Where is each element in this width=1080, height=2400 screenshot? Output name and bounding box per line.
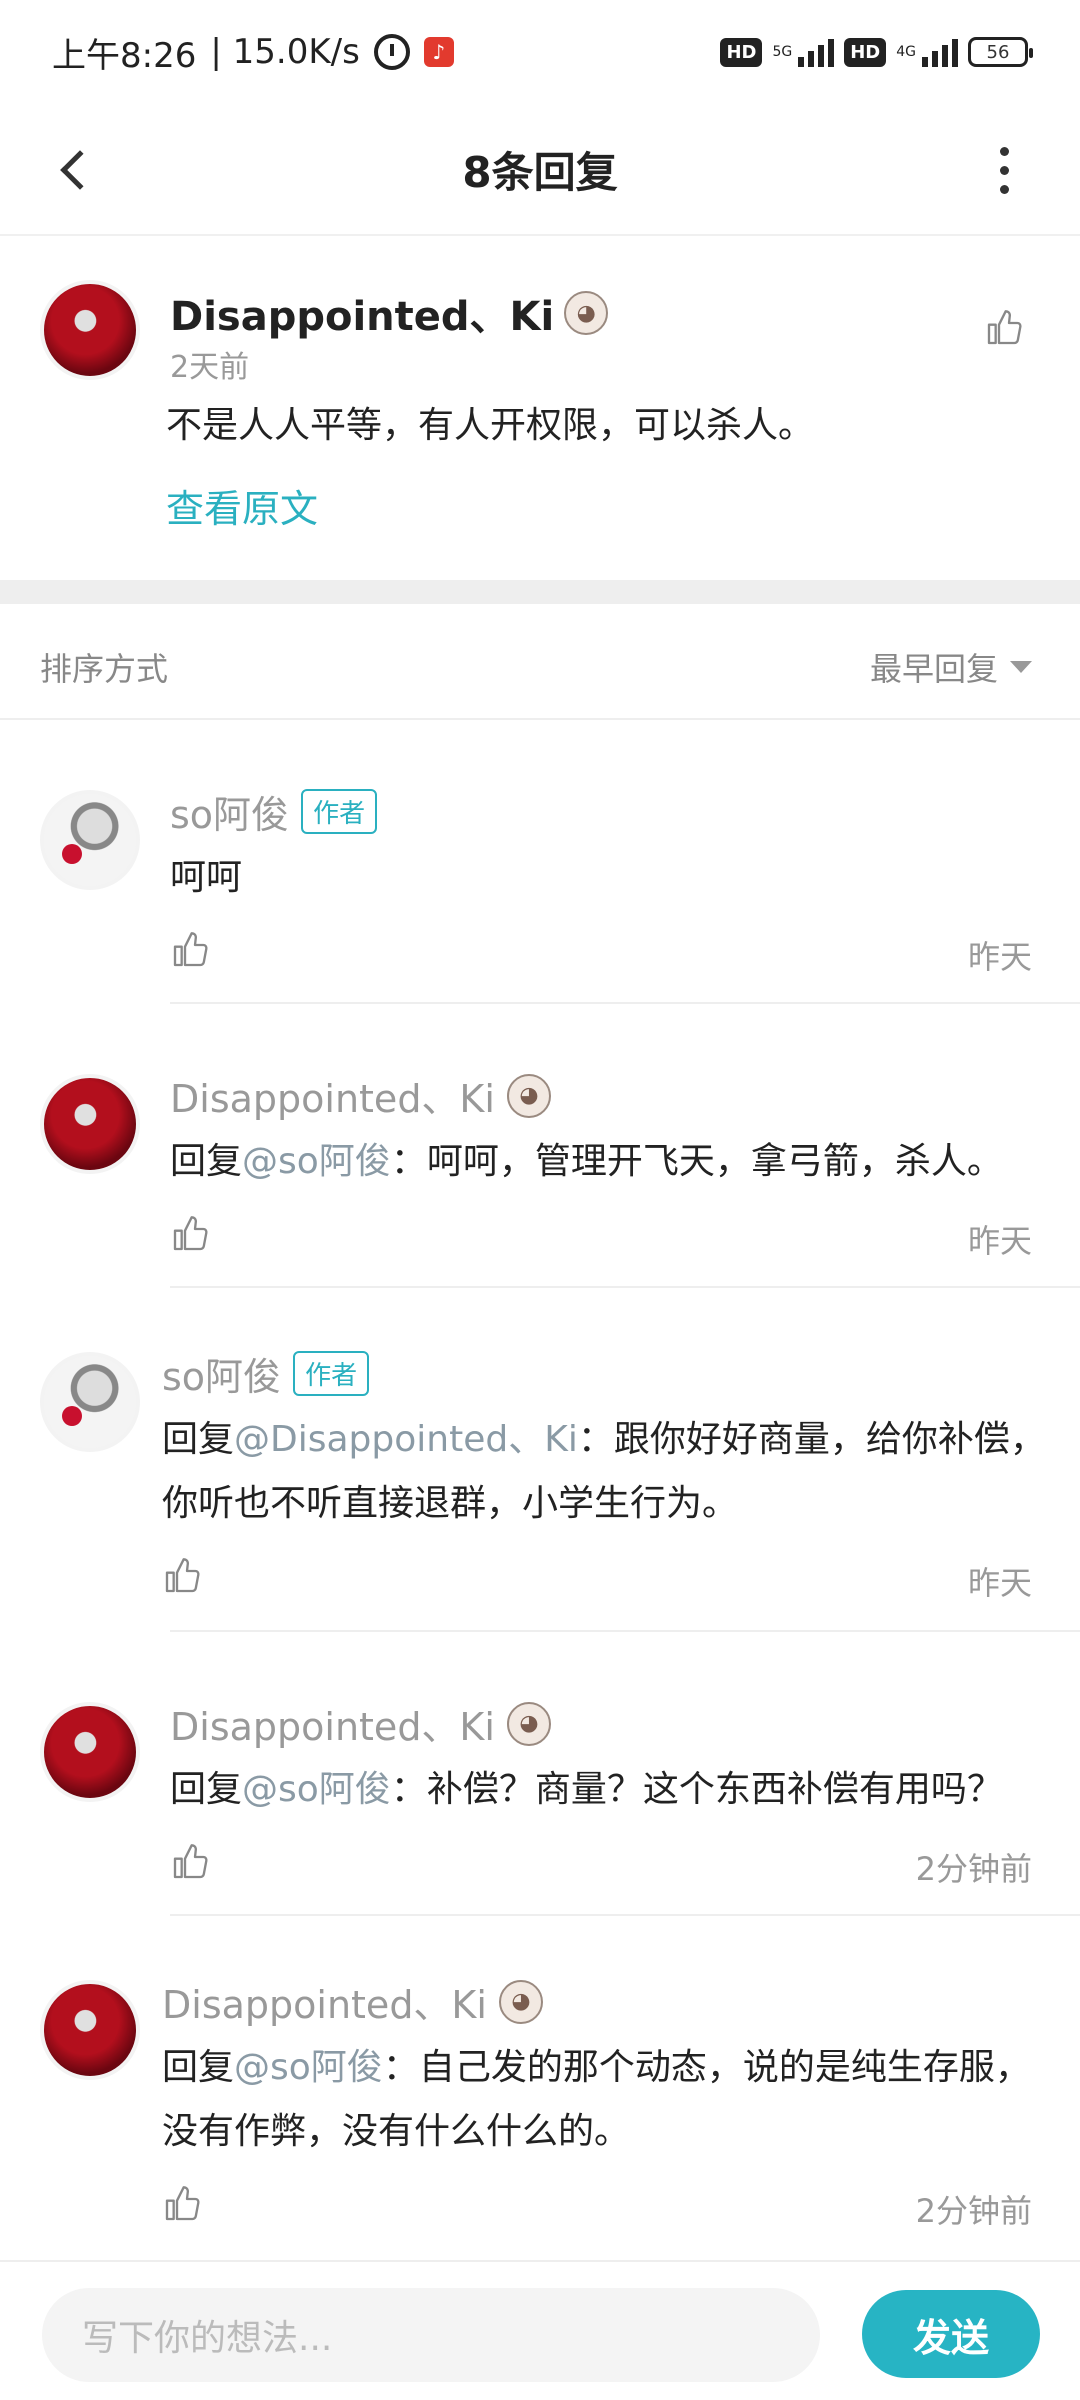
avatar[interactable]: [40, 1074, 140, 1174]
status-left: 上午8:26 | 15.0K/s ♪: [52, 28, 454, 77]
username[interactable]: Disappointed、Ki: [170, 1696, 495, 1751]
username[interactable]: Disappointed、Ki: [162, 1974, 487, 2029]
battery-level: 56: [986, 41, 1010, 63]
comment-input[interactable]: 写下你的想法...: [42, 2288, 820, 2382]
reply-item: Disappointed、Ki ◕ 回复@so阿俊：呵呵，管理开飞天，拿弓箭，杀…: [0, 1004, 1080, 1288]
original-username-row: Disappointed、Ki ◕: [170, 284, 609, 342]
reply-time: 2分钟前: [915, 2192, 1032, 2230]
reply-item: Disappointed、Ki ◕ 回复@so阿俊：补偿？商量？这个东西补偿有用…: [0, 1632, 1080, 1916]
avatar[interactable]: [40, 790, 140, 890]
reply-text: 回复@so阿俊：自己发的那个动态，说的是纯生存服，没有作弊，没有什么什么的。: [162, 2036, 1052, 2164]
back-button[interactable]: [40, 134, 112, 206]
send-button[interactable]: 发送: [862, 2290, 1040, 2378]
reply-time: 昨天: [967, 938, 1032, 976]
reply-prefix: 回复: [162, 2047, 235, 2088]
signal-icon-2: [922, 37, 958, 67]
reply-item: Disappointed、Ki ◕ 回复@so阿俊：自己发的那个动态，说的是纯生…: [0, 1916, 1080, 2260]
reply-text: 回复@so阿俊：呵呵，管理开飞天，拿弓箭，杀人。: [170, 1130, 1060, 1194]
avatar[interactable]: [40, 1702, 140, 1802]
author-tag: 作者: [301, 789, 378, 834]
reply-time: 2分钟前: [915, 1850, 1032, 1888]
thumbs-up-icon[interactable]: [170, 1214, 210, 1254]
username[interactable]: Disappointed、Ki: [170, 1068, 495, 1123]
comment-input-bar: 写下你的想法... 发送: [0, 2260, 1080, 2400]
reply-prefix: 回复: [170, 1141, 243, 1182]
reply-username-row: so阿俊 作者: [170, 784, 378, 839]
hd-icon: HD: [720, 37, 763, 67]
original-time: 2天前: [170, 350, 250, 385]
reply-prefix: 回复: [162, 1419, 235, 1460]
section-separator: [0, 580, 1080, 604]
thumbs-up-icon[interactable]: [170, 1842, 210, 1882]
original-comment: Disappointed、Ki ◕ 2天前 不是人人平等，有人开权限，可以杀人。…: [0, 236, 1080, 580]
author-tag: 作者: [293, 1351, 370, 1396]
network-type-5g: 5G: [772, 44, 793, 60]
reply-item: so阿俊 作者 回复@Disappointed、Ki：跟你好好商量，给你补偿，你…: [0, 1288, 1080, 1632]
reply-username-row: Disappointed、Ki ◕: [162, 1974, 543, 2029]
user-badge-icon: ◕: [506, 1701, 551, 1746]
avatar[interactable]: [40, 280, 140, 380]
network-speed: | 15.0K/s: [210, 32, 360, 72]
sort-bar: 排序方式 最早回复: [0, 604, 1080, 720]
sort-value: 最早回复: [869, 650, 998, 688]
mention-link[interactable]: @so阿俊: [242, 1141, 391, 1182]
page-title: 8条回复: [462, 147, 618, 197]
status-right: HD 5G HD 4G 56: [720, 37, 1033, 67]
reply-content: 呵呵: [170, 857, 243, 898]
netease-music-icon: ♪: [423, 37, 454, 67]
reply-text: 回复@Disappointed、Ki：跟你好好商量，给你补偿，你听也不听直接退群…: [162, 1408, 1052, 1536]
mention-link[interactable]: @so阿俊: [234, 2047, 383, 2088]
reply-time: 昨天: [967, 1564, 1032, 1602]
reply-text: 呵呵: [170, 846, 1060, 910]
reply-username-row: Disappointed、Ki ◕: [170, 1696, 551, 1751]
original-text: 不是人人平等，有人开权限，可以杀人。: [166, 405, 815, 446]
input-placeholder: 写下你的想法...: [82, 2318, 333, 2359]
top-bar: 8条回复: [0, 104, 1080, 236]
username[interactable]: so阿俊: [162, 1346, 281, 1401]
more-dot-icon: [999, 184, 1009, 194]
user-badge-icon: ◕: [498, 1979, 543, 2024]
mention-link[interactable]: @Disappointed、Ki: [234, 1419, 578, 1460]
reply-content: ：呵呵，管理开飞天，拿弓箭，杀人。: [390, 1141, 1003, 1182]
user-badge-icon: ◕: [564, 291, 609, 335]
sort-dropdown[interactable]: 最早回复: [870, 644, 1032, 690]
thumbs-up-icon[interactable]: [162, 2184, 202, 2224]
thumbs-up-icon[interactable]: [170, 930, 210, 970]
mention-link[interactable]: @so阿俊: [242, 1769, 391, 1810]
reply-text: 回复@so阿俊：补偿？商量？这个东西补偿有用吗？: [170, 1758, 1060, 1822]
user-badge-icon: ◕: [506, 1073, 551, 1118]
avatar[interactable]: [40, 1352, 140, 1452]
network-type-4g: 4G: [896, 44, 916, 60]
thumbs-up-icon[interactable]: [984, 308, 1024, 348]
reply-item: so阿俊 作者 呵呵 昨天: [0, 720, 1080, 1004]
caret-down-icon: [1010, 661, 1032, 673]
battery-icon: 56: [968, 37, 1033, 67]
status-bar: 上午8:26 | 15.0K/s ♪ HD 5G HD 4G 56: [0, 0, 1080, 104]
clock: 上午8:26: [52, 35, 197, 76]
back-arrow-icon: [60, 150, 100, 190]
view-original-link[interactable]: 查看原文: [166, 478, 318, 533]
reply-content: ：补偿？商量？这个东西补偿有用吗？: [390, 1769, 1003, 1810]
avatar[interactable]: [40, 1980, 140, 2080]
signal-icon: [798, 37, 835, 67]
sort-label: 排序方式: [40, 650, 169, 688]
thumbs-up-icon[interactable]: [162, 1556, 202, 1596]
alarm-icon: [373, 34, 410, 70]
more-options-button[interactable]: [968, 134, 1040, 206]
username[interactable]: Disappointed、Ki: [170, 284, 554, 342]
reply-username-row: Disappointed、Ki ◕: [170, 1068, 551, 1123]
reply-username-row: so阿俊 作者: [162, 1346, 370, 1401]
more-dot-icon: [999, 165, 1009, 175]
reply-time: 昨天: [967, 1222, 1032, 1260]
hd-icon-2: HD: [844, 37, 887, 67]
more-dot-icon: [999, 146, 1009, 156]
reply-prefix: 回复: [170, 1769, 243, 1810]
username[interactable]: so阿俊: [170, 784, 289, 839]
